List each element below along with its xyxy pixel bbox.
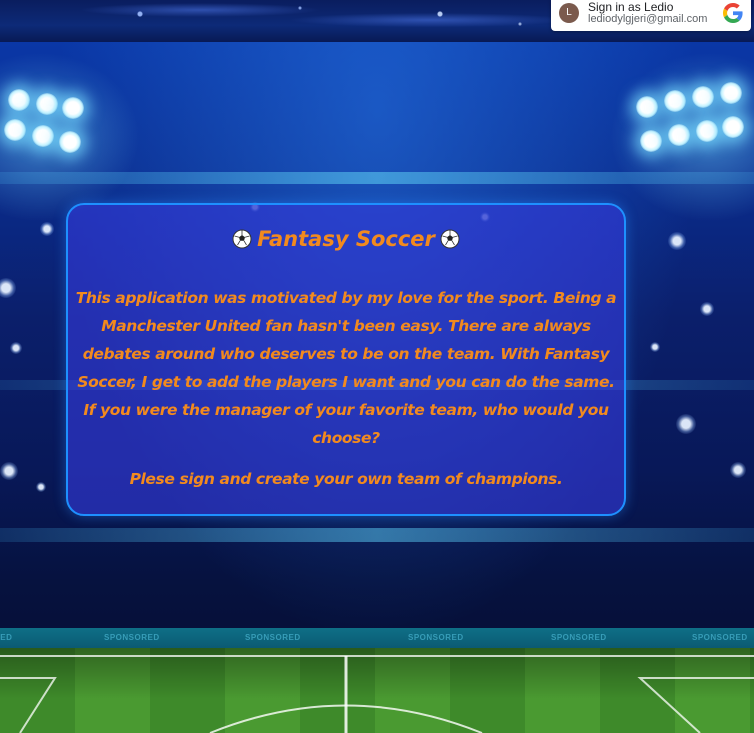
sponsor-board: RED SPONSORED SPONSORED SPONSORED SPONSO… (0, 628, 754, 648)
intro-paragraph: This application was motivated by my lov… (75, 289, 617, 447)
pitch-markings (0, 655, 754, 733)
soccer-ball-icon (232, 229, 252, 249)
page-title: Fantasy Soccer (68, 227, 624, 251)
user-avatar: L (559, 3, 579, 23)
signin-prompt: Plese sign and create your own team of c… (129, 470, 563, 488)
floodlight-right (636, 82, 746, 172)
floodlight-left (4, 87, 114, 177)
google-signin-button[interactable]: L Sign in as Ledio lediodylgjeri@gmail.c… (551, 0, 751, 31)
sponsor-label: SPONSORED (408, 633, 464, 642)
title-text: Fantasy Soccer (257, 227, 435, 251)
signin-email: lediodylgjeri@gmail.com (588, 13, 708, 25)
sponsor-label: SPONSORED (104, 633, 160, 642)
bokeh-light (650, 342, 660, 352)
bokeh-light (730, 462, 746, 478)
sponsor-label: RED (0, 633, 13, 642)
bokeh-light (0, 462, 18, 480)
bokeh-light (700, 302, 714, 316)
bokeh-light (0, 278, 16, 298)
bokeh-light (40, 222, 54, 236)
bokeh-light (10, 342, 22, 354)
google-g-icon (723, 3, 743, 23)
sponsor-label: SPONSORED (245, 633, 301, 642)
soccer-ball-icon (440, 229, 460, 249)
bokeh-light (36, 482, 46, 492)
intro-card: Fantasy Soccer This application was moti… (66, 203, 626, 516)
bokeh-light (668, 232, 686, 250)
sponsor-label: SPONSORED (692, 633, 748, 642)
stand-light-stripe (0, 528, 754, 542)
fantasy-soccer-page: RED SPONSORED SPONSORED SPONSORED SPONSO… (0, 0, 754, 733)
signin-label: Sign in as Ledio (588, 0, 674, 14)
bokeh-light (676, 414, 696, 434)
sponsor-label: SPONSORED (551, 633, 607, 642)
